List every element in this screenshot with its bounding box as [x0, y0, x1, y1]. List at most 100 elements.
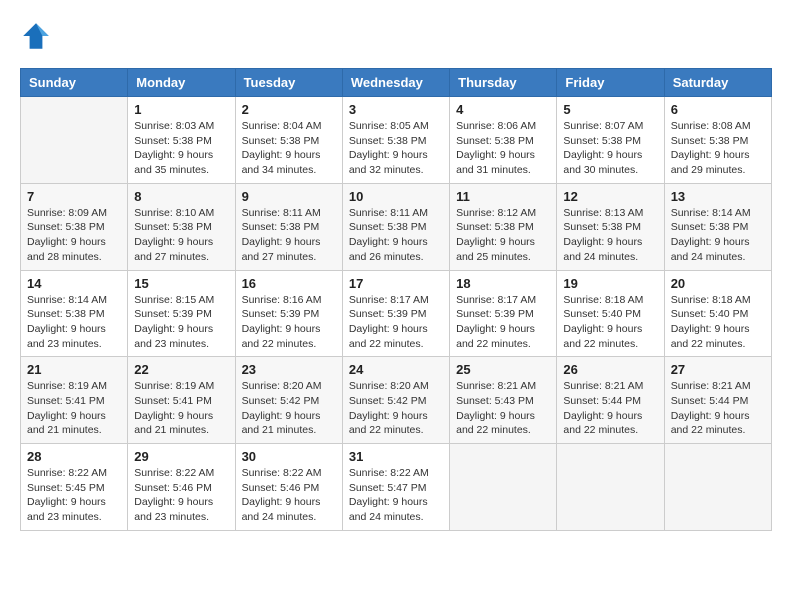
day-number: 23	[242, 362, 336, 377]
day-cell: 20 Sunrise: 8:18 AM Sunset: 5:40 PM Dayli…	[664, 270, 771, 357]
day-cell: 29Sunrise: 8:22 AM Sunset: 5:46 PM Dayli…	[128, 444, 235, 531]
day-cell: 2 Sunrise: 8:04 AM Sunset: 5:38 PM Daylig…	[235, 97, 342, 184]
day-cell: 13 Sunrise: 8:14 AM Sunset: 5:38 PM Dayli…	[664, 183, 771, 270]
day-number: 24	[349, 362, 443, 377]
day-info: Sunrise: 8:19 AM Sunset: 5:41 PM Dayligh…	[27, 379, 121, 438]
day-number: 20	[671, 276, 765, 291]
day-number: 2	[242, 102, 336, 117]
day-cell	[664, 444, 771, 531]
day-number: 12	[563, 189, 657, 204]
day-info: Sunrise: 8:11 AM Sunset: 5:38 PM Dayligh…	[349, 206, 443, 265]
weekday-header-thursday: Thursday	[450, 69, 557, 97]
day-cell: 22 Sunrise: 8:19 AM Sunset: 5:41 PM Dayli…	[128, 357, 235, 444]
day-number: 19	[563, 276, 657, 291]
day-cell: 9 Sunrise: 8:11 AM Sunset: 5:38 PM Daylig…	[235, 183, 342, 270]
day-number: 22	[134, 362, 228, 377]
week-row-4: 21 Sunrise: 8:19 AM Sunset: 5:41 PM Dayli…	[21, 357, 772, 444]
day-cell: 23 Sunrise: 8:20 AM Sunset: 5:42 PM Dayli…	[235, 357, 342, 444]
day-info: Sunrise: 8:05 AM Sunset: 5:38 PM Dayligh…	[349, 119, 443, 178]
logo	[20, 20, 56, 52]
day-number: 26	[563, 362, 657, 377]
day-info: Sunrise: 8:09 AM Sunset: 5:38 PM Dayligh…	[27, 206, 121, 265]
day-number: 25	[456, 362, 550, 377]
day-number: 31	[349, 449, 443, 464]
week-row-1: 1 Sunrise: 8:03 AM Sunset: 5:38 PM Daylig…	[21, 97, 772, 184]
day-info: Sunrise: 8:18 AM Sunset: 5:40 PM Dayligh…	[671, 293, 765, 352]
day-cell: 31Sunrise: 8:22 AM Sunset: 5:47 PM Dayli…	[342, 444, 449, 531]
day-cell: 8 Sunrise: 8:10 AM Sunset: 5:38 PM Daylig…	[128, 183, 235, 270]
day-number: 10	[349, 189, 443, 204]
weekday-header-row: SundayMondayTuesdayWednesdayThursdayFrid…	[21, 69, 772, 97]
day-info: Sunrise: 8:12 AM Sunset: 5:38 PM Dayligh…	[456, 206, 550, 265]
day-cell: 28 Sunrise: 8:22 AM Sunset: 5:45 PM Dayli…	[21, 444, 128, 531]
day-info: Sunrise: 8:13 AM Sunset: 5:38 PM Dayligh…	[563, 206, 657, 265]
day-cell: 24 Sunrise: 8:20 AM Sunset: 5:42 PM Dayli…	[342, 357, 449, 444]
weekday-header-monday: Monday	[128, 69, 235, 97]
day-info: Sunrise: 8:19 AM Sunset: 5:41 PM Dayligh…	[134, 379, 228, 438]
day-number: 27	[671, 362, 765, 377]
logo-icon	[20, 20, 52, 52]
day-info: Sunrise: 8:15 AM Sunset: 5:39 PM Dayligh…	[134, 293, 228, 352]
day-info: Sunrise: 8:14 AM Sunset: 5:38 PM Dayligh…	[27, 293, 121, 352]
day-info: Sunrise: 8:14 AM Sunset: 5:38 PM Dayligh…	[671, 206, 765, 265]
calendar-table: SundayMondayTuesdayWednesdayThursdayFrid…	[20, 68, 772, 531]
weekday-header-wednesday: Wednesday	[342, 69, 449, 97]
day-cell: 26 Sunrise: 8:21 AM Sunset: 5:44 PM Dayli…	[557, 357, 664, 444]
day-cell: 18 Sunrise: 8:17 AM Sunset: 5:39 PM Dayli…	[450, 270, 557, 357]
page-header	[20, 20, 772, 52]
day-info: Sunrise: 8:21 AM Sunset: 5:44 PM Dayligh…	[563, 379, 657, 438]
day-number: 21	[27, 362, 121, 377]
weekday-header-sunday: Sunday	[21, 69, 128, 97]
weekday-header-saturday: Saturday	[664, 69, 771, 97]
day-info: Sunrise: 8:20 AM Sunset: 5:42 PM Dayligh…	[242, 379, 336, 438]
day-info: Sunrise: 8:16 AM Sunset: 5:39 PM Dayligh…	[242, 293, 336, 352]
day-info: Sunrise: 8:17 AM Sunset: 5:39 PM Dayligh…	[456, 293, 550, 352]
day-number: 14	[27, 276, 121, 291]
day-number: 4	[456, 102, 550, 117]
day-info: Sunrise: 8:22 AM Sunset: 5:46 PM Dayligh…	[242, 466, 336, 525]
week-row-3: 14 Sunrise: 8:14 AM Sunset: 5:38 PM Dayli…	[21, 270, 772, 357]
day-number: 15	[134, 276, 228, 291]
day-cell: 17Sunrise: 8:17 AM Sunset: 5:39 PM Dayli…	[342, 270, 449, 357]
day-cell: 12 Sunrise: 8:13 AM Sunset: 5:38 PM Dayli…	[557, 183, 664, 270]
day-cell: 16 Sunrise: 8:16 AM Sunset: 5:39 PM Dayli…	[235, 270, 342, 357]
day-cell: 3 Sunrise: 8:05 AM Sunset: 5:38 PM Daylig…	[342, 97, 449, 184]
day-cell	[450, 444, 557, 531]
weekday-header-friday: Friday	[557, 69, 664, 97]
day-number: 28	[27, 449, 121, 464]
day-cell	[21, 97, 128, 184]
day-number: 13	[671, 189, 765, 204]
day-cell	[557, 444, 664, 531]
day-number: 6	[671, 102, 765, 117]
day-info: Sunrise: 8:03 AM Sunset: 5:38 PM Dayligh…	[134, 119, 228, 178]
day-info: Sunrise: 8:04 AM Sunset: 5:38 PM Dayligh…	[242, 119, 336, 178]
day-number: 1	[134, 102, 228, 117]
day-cell: 21 Sunrise: 8:19 AM Sunset: 5:41 PM Dayli…	[21, 357, 128, 444]
day-info: Sunrise: 8:20 AM Sunset: 5:42 PM Dayligh…	[349, 379, 443, 438]
day-cell: 4 Sunrise: 8:06 AM Sunset: 5:38 PM Daylig…	[450, 97, 557, 184]
day-cell: 1 Sunrise: 8:03 AM Sunset: 5:38 PM Daylig…	[128, 97, 235, 184]
day-number: 29	[134, 449, 228, 464]
day-number: 8	[134, 189, 228, 204]
day-cell: 25Sunrise: 8:21 AM Sunset: 5:43 PM Dayli…	[450, 357, 557, 444]
day-cell: 14 Sunrise: 8:14 AM Sunset: 5:38 PM Dayli…	[21, 270, 128, 357]
day-cell: 10 Sunrise: 8:11 AM Sunset: 5:38 PM Dayli…	[342, 183, 449, 270]
day-number: 5	[563, 102, 657, 117]
day-cell: 5Sunrise: 8:07 AM Sunset: 5:38 PM Daylig…	[557, 97, 664, 184]
day-info: Sunrise: 8:11 AM Sunset: 5:38 PM Dayligh…	[242, 206, 336, 265]
day-number: 18	[456, 276, 550, 291]
day-number: 16	[242, 276, 336, 291]
day-cell: 30 Sunrise: 8:22 AM Sunset: 5:46 PM Dayli…	[235, 444, 342, 531]
day-info: Sunrise: 8:17 AM Sunset: 5:39 PM Dayligh…	[349, 293, 443, 352]
weekday-header-tuesday: Tuesday	[235, 69, 342, 97]
day-number: 3	[349, 102, 443, 117]
day-number: 7	[27, 189, 121, 204]
day-cell: 19Sunrise: 8:18 AM Sunset: 5:40 PM Dayli…	[557, 270, 664, 357]
day-info: Sunrise: 8:22 AM Sunset: 5:45 PM Dayligh…	[27, 466, 121, 525]
day-info: Sunrise: 8:06 AM Sunset: 5:38 PM Dayligh…	[456, 119, 550, 178]
day-number: 9	[242, 189, 336, 204]
week-row-2: 7 Sunrise: 8:09 AM Sunset: 5:38 PM Daylig…	[21, 183, 772, 270]
day-number: 30	[242, 449, 336, 464]
day-info: Sunrise: 8:10 AM Sunset: 5:38 PM Dayligh…	[134, 206, 228, 265]
day-cell: 11Sunrise: 8:12 AM Sunset: 5:38 PM Dayli…	[450, 183, 557, 270]
